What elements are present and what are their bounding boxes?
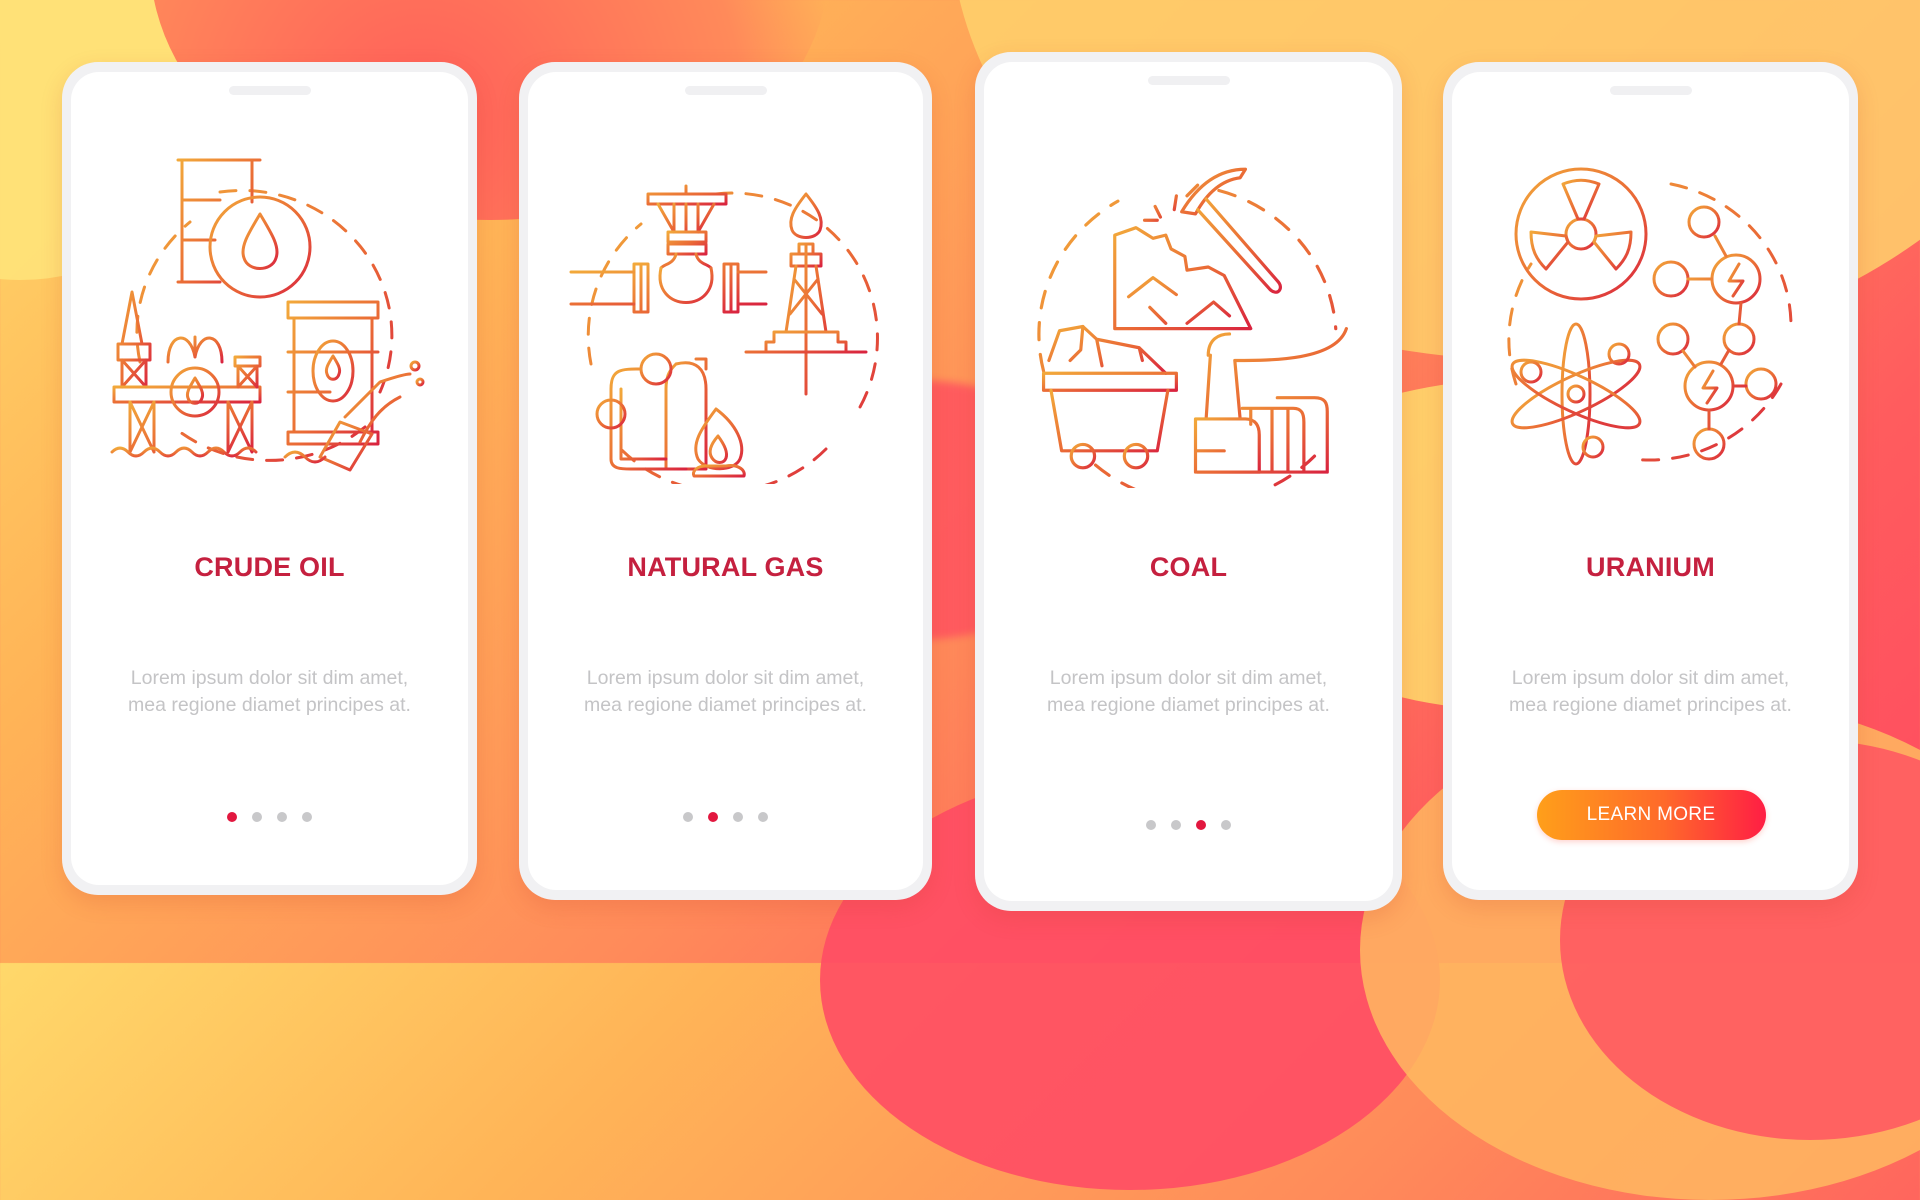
- page-dot-1[interactable]: [1146, 820, 1156, 830]
- page-dot-3[interactable]: [277, 812, 287, 822]
- phone-speaker-notch: [1147, 76, 1230, 85]
- screen-description: Lorem ipsum dolor sit dim amet, mea regi…: [128, 667, 411, 716]
- screen-description: Lorem ipsum dolor sit dim amet, mea regi…: [584, 667, 867, 716]
- page-dot-3[interactable]: [733, 812, 743, 822]
- phone-speaker-notch: [1609, 86, 1692, 95]
- phone-screen: NATURAL GAS Lorem ipsum dolor sit dim am…: [528, 72, 923, 890]
- screen-title: URANIUM: [1586, 552, 1715, 582]
- natural-gas-icon: [569, 184, 879, 484]
- page-dot-4[interactable]: [1221, 820, 1231, 830]
- page-indicator: [528, 812, 923, 822]
- screen-title: COAL: [1149, 552, 1228, 582]
- screen-title: NATURAL GAS: [627, 552, 824, 582]
- page-dot-4[interactable]: [758, 812, 768, 822]
- page-indicator: [984, 820, 1393, 830]
- page-dot-2[interactable]: [708, 812, 718, 822]
- coal-icon: [1036, 167, 1348, 488]
- screen-description: Lorem ipsum dolor sit dim amet, mea regi…: [1509, 667, 1792, 716]
- onboarding-screen-coal: COAL Lorem ipsum dolor sit dim amet, mea…: [975, 52, 1402, 911]
- phone-speaker-notch: [684, 86, 767, 95]
- page-indicator: [71, 812, 468, 822]
- crude-oil-icon: [110, 158, 424, 472]
- phone-speaker-notch: [228, 86, 311, 95]
- page-dot-2[interactable]: [1171, 820, 1181, 830]
- onboarding-screen-crude-oil: CRUDE OIL Lorem ipsum dolor sit dim amet…: [62, 62, 477, 895]
- page-dot-4[interactable]: [302, 812, 312, 822]
- onboarding-screen-uranium: URANIUM Lorem ipsum dolor sit dim amet, …: [1443, 62, 1858, 900]
- phone-screen: URANIUM Lorem ipsum dolor sit dim amet, …: [1452, 72, 1849, 890]
- screen-description: Lorem ipsum dolor sit dim amet, mea regi…: [1047, 667, 1330, 716]
- page-dot-1[interactable]: [227, 812, 237, 822]
- screen-title: CRUDE OIL: [194, 552, 345, 582]
- page-dot-3[interactable]: [1196, 820, 1206, 830]
- phone-screen: CRUDE OIL Lorem ipsum dolor sit dim amet…: [71, 72, 468, 885]
- page-dot-2[interactable]: [252, 812, 262, 822]
- page-dot-1[interactable]: [683, 812, 693, 822]
- onboarding-screen-natural-gas: NATURAL GAS Lorem ipsum dolor sit dim am…: [519, 62, 932, 900]
- learn-more-button[interactable]: LEARN MORE: [1536, 790, 1766, 840]
- uranium-icon: [1506, 167, 1792, 466]
- phone-screen: COAL Lorem ipsum dolor sit dim amet, mea…: [984, 62, 1393, 901]
